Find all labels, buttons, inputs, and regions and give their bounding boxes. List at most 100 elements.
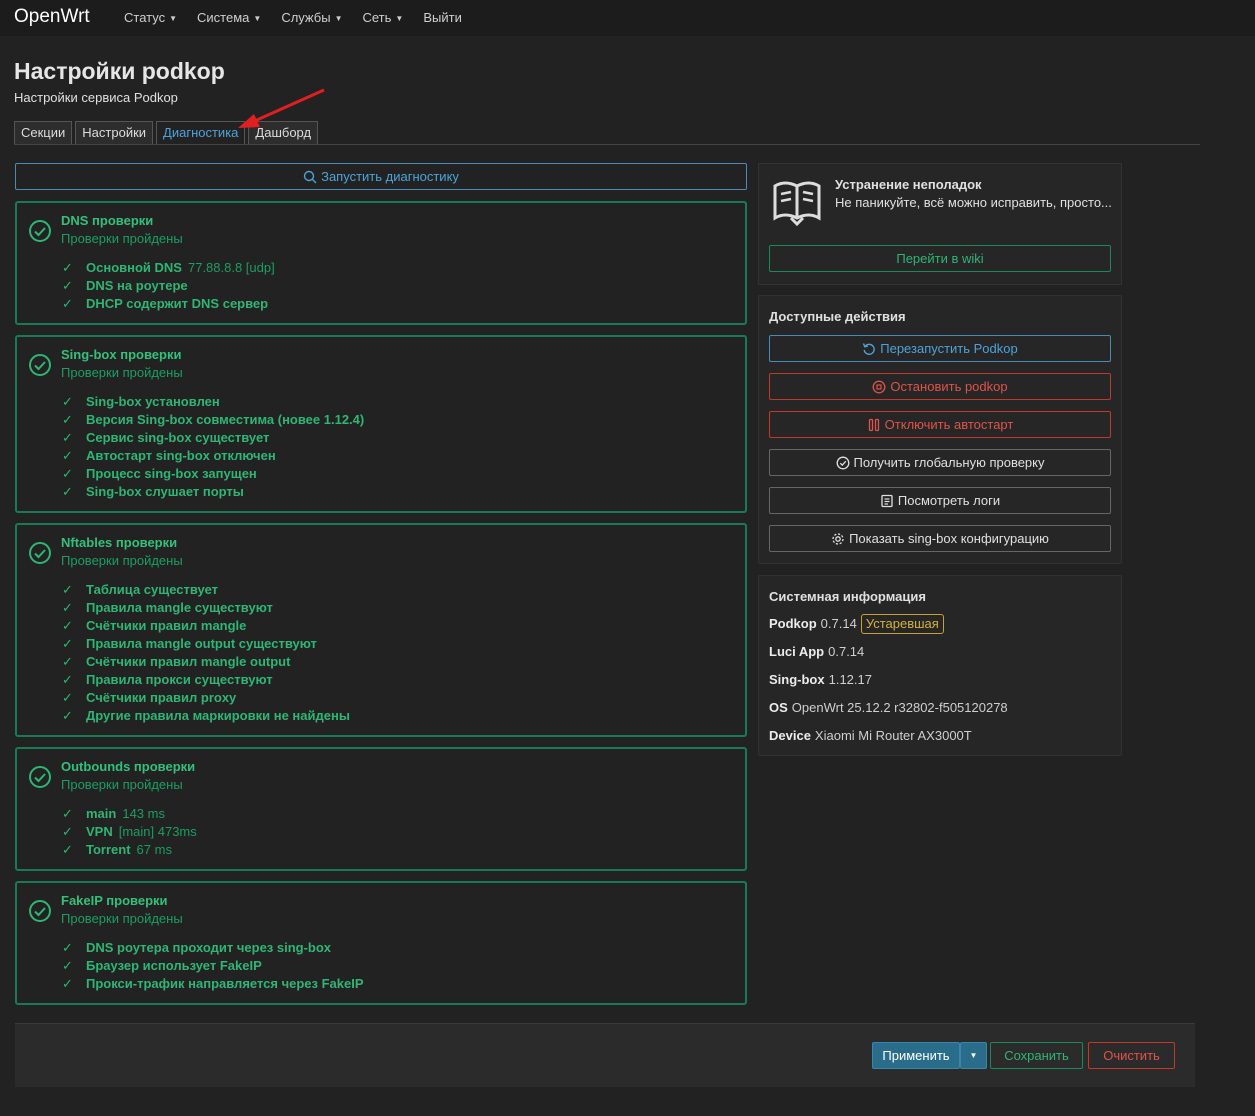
- checkmark-icon: ✓: [62, 976, 73, 991]
- checkmark-icon: ✓: [62, 708, 73, 723]
- check-item: ✓ Другие правила маркировки не найдены: [62, 708, 350, 723]
- outbounds-checks-card: Outbounds проверки Проверки пройдены ✓ ma…: [15, 747, 747, 871]
- clear-button[interactable]: Очистить: [1088, 1042, 1175, 1069]
- check-circle-icon: [836, 456, 849, 470]
- stop-circle-icon: [872, 380, 886, 394]
- checkmark-icon: ✓: [62, 484, 73, 499]
- troubleshoot-text: Не паникуйте, всё можно исправить, прост…: [835, 195, 1112, 210]
- check-list: ✓ DNS роутера проходит через sing-box ✓ Бр…: [62, 939, 364, 993]
- checkmark-icon: ✓: [62, 806, 73, 821]
- checkmark-icon: ✓: [62, 824, 73, 839]
- card-status: Проверки пройдены: [61, 365, 183, 380]
- check-item: ✓ Правила mangle output существуют: [62, 636, 317, 651]
- search-icon: [303, 170, 317, 184]
- fakeip-checks-card: FakeIP проверки Проверки пройдены ✓ DNS р…: [15, 881, 747, 1005]
- check-item: ✓ DNS на роутере: [62, 278, 188, 293]
- card-status: Проверки пройдены: [61, 553, 183, 568]
- apply-dropdown-toggle[interactable]: ▼: [960, 1042, 987, 1069]
- checkmark-icon: ✓: [62, 940, 73, 955]
- check-item: ✓ Таблица существует: [62, 582, 219, 597]
- menu-system[interactable]: Система ▼: [197, 10, 261, 25]
- apply-button[interactable]: Применить: [872, 1042, 960, 1069]
- card-title: FakeIP проверки: [61, 893, 168, 908]
- check-list: ✓ Основной DNS 77.88.8.8 [udp] ✓ DNS на роу…: [62, 259, 275, 313]
- checkmark-icon: ✓: [62, 842, 73, 857]
- check-list: ✓ Sing-box установлен ✓ Версия Sing-box со…: [62, 393, 364, 501]
- checkmark-icon: ✓: [62, 260, 73, 275]
- save-button[interactable]: Сохранить: [990, 1042, 1083, 1069]
- card-status: Проверки пройдены: [61, 911, 183, 926]
- card-title: Sing-box проверки: [61, 347, 182, 362]
- info-row-podkop: Podkop 0.7.14 Устаревшая: [769, 614, 944, 634]
- checkmark-icon: ✓: [62, 672, 73, 687]
- outdated-badge: Устаревшая: [860, 614, 944, 634]
- check-item: ✓ Счётчики правил mangle: [62, 618, 247, 633]
- checkmark-icon: ✓: [62, 466, 73, 481]
- chevron-down-icon: ▼: [969, 1051, 978, 1060]
- menu-services[interactable]: Службы ▼: [281, 10, 342, 25]
- annotation-arrow-icon: [238, 88, 325, 128]
- view-logs-button[interactable]: Посмотреть логи: [769, 487, 1111, 514]
- card-status: Проверки пройдены: [61, 231, 183, 246]
- check-list: ✓ main 143 ms ✓ VPN [main] 473ms ✓ Torrent 67 …: [62, 805, 197, 859]
- system-info-panel: Системная информация Podkop 0.7.14 Устарев…: [758, 575, 1122, 756]
- checkmark-icon: ✓: [62, 690, 73, 705]
- refresh-icon: [863, 343, 876, 355]
- card-title: Outbounds проверки: [61, 759, 196, 774]
- nftables-checks-card: Nftables проверки Проверки пройдены ✓ Таб…: [15, 523, 747, 737]
- go-to-wiki-button[interactable]: Перейти в wiki: [769, 245, 1111, 272]
- checkmark-icon: ✓: [62, 394, 73, 409]
- check-circle-icon: [29, 354, 51, 376]
- page-title: Настройки podkop: [14, 58, 225, 84]
- check-circle-icon: [29, 542, 51, 564]
- check-item: ✓ Процесс sing-box запущен: [62, 466, 257, 481]
- book-icon: [773, 181, 821, 227]
- menu-network[interactable]: Сеть ▼: [363, 10, 404, 25]
- actions-heading: Доступные действия: [769, 309, 906, 324]
- pause-icon: [868, 418, 879, 432]
- checkmark-icon: ✓: [62, 582, 73, 597]
- check-circle-icon: [29, 766, 51, 788]
- restart-podkop-button[interactable]: Перезапустить Podkop: [769, 335, 1111, 362]
- tab-sections[interactable]: Секции: [14, 121, 73, 145]
- check-item: ✓ Автостарт sing-box отключен: [62, 448, 276, 463]
- checkmark-icon: ✓: [62, 618, 73, 633]
- menu-status[interactable]: Статус ▼: [124, 10, 177, 25]
- check-item: ✓ Основной DNS 77.88.8.8 [udp]: [62, 260, 275, 275]
- check-item: ✓ Счётчики правил proxy: [62, 690, 237, 705]
- check-item: ✓ Torrent 67 ms: [62, 842, 172, 857]
- run-diagnostics-button[interactable]: Запустить диагностику: [15, 163, 747, 190]
- chevron-down-icon: ▼: [253, 14, 262, 24]
- tab-settings[interactable]: Настройки: [75, 121, 154, 145]
- gear-icon: [832, 533, 844, 545]
- check-item: ✓ Сервис sing-box существует: [62, 430, 270, 445]
- document-icon: [881, 494, 893, 508]
- main-menu: Статус ▼ Система ▼ Службы ▼ Сеть ▼ Выйти: [124, 10, 482, 25]
- dns-checks-card: DNS проверки Проверки пройдены ✓ Основной…: [15, 201, 747, 325]
- menu-logout[interactable]: Выйти: [423, 10, 462, 25]
- global-check-button[interactable]: Получить глобальную проверку: [769, 449, 1111, 476]
- check-list: ✓ Таблица существует ✓ Правила mangle суще…: [62, 581, 350, 725]
- brand-logo[interactable]: OpenWrt: [14, 6, 90, 28]
- checkmark-icon: ✓: [62, 278, 73, 293]
- check-item: ✓ Браузер использует FakeIP: [62, 958, 262, 973]
- actions-panel: Доступные действия Перезапустить Podkop …: [758, 295, 1122, 564]
- tab-diagnostics[interactable]: Диагностика: [156, 121, 246, 145]
- show-config-button[interactable]: Показать sing-box конфигурацию: [769, 525, 1111, 552]
- check-item: ✓ main 143 ms: [62, 806, 165, 821]
- stop-podkop-button[interactable]: Остановить podkop: [769, 373, 1111, 400]
- troubleshoot-panel: Устранение неполадок Не паникуйте, всё м…: [758, 163, 1122, 285]
- checkmark-icon: ✓: [62, 430, 73, 445]
- check-item: ✓ Счётчики правил mangle output: [62, 654, 291, 669]
- checkmark-icon: ✓: [62, 636, 73, 651]
- troubleshoot-title: Устранение неполадок: [835, 177, 982, 192]
- check-circle-icon: [29, 220, 51, 242]
- card-title: DNS проверки: [61, 213, 154, 228]
- info-row-device: Device Xiaomi Mi Router AX3000T: [769, 728, 972, 743]
- check-item: ✓ VPN [main] 473ms: [62, 824, 197, 839]
- check-item: ✓ DNS роутера проходит через sing-box: [62, 940, 332, 955]
- check-item: ✓ Версия Sing-box совместима (новее 1.12.…: [62, 412, 365, 427]
- check-circle-icon: [29, 900, 51, 922]
- checkmark-icon: ✓: [62, 296, 73, 311]
- disable-autostart-button[interactable]: Отключить автостарт: [769, 411, 1111, 438]
